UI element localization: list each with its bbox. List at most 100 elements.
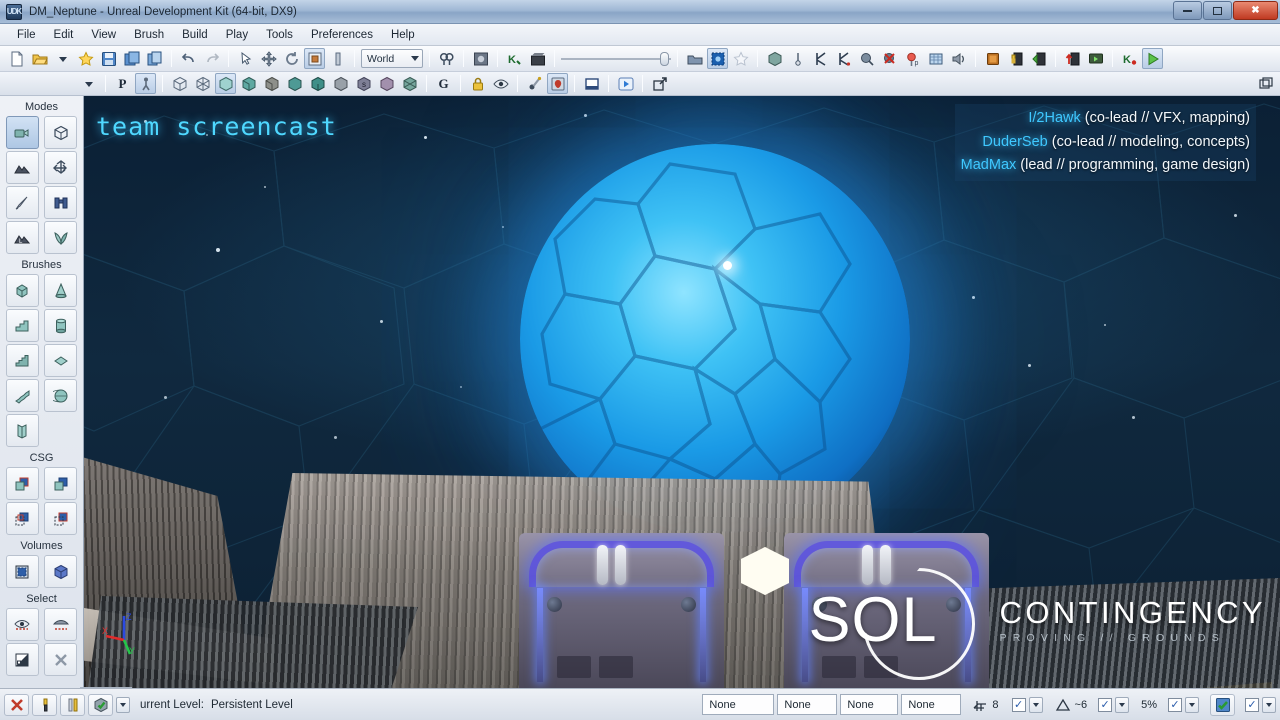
volume-add-icon[interactable] <box>5 555 39 588</box>
brush-sphere-icon[interactable] <box>44 379 78 412</box>
volume-blocking-icon[interactable] <box>44 555 78 588</box>
save-copy-icon[interactable] <box>144 48 165 69</box>
brush-curved-stairs-icon[interactable] <box>5 344 39 377</box>
no-build-icon[interactable] <box>4 693 29 716</box>
light-preview-icon[interactable]: p <box>902 48 923 69</box>
mode-texture-align-icon[interactable] <box>44 151 78 184</box>
brush-wireframe-view-icon[interactable] <box>192 73 213 94</box>
level-dropdown-caret-icon[interactable] <box>116 696 130 713</box>
favorites-icon[interactable] <box>730 48 751 69</box>
camera-speed-field[interactable]: None <box>901 694 962 715</box>
menu-preferences[interactable]: Preferences <box>302 26 382 44</box>
select-none-icon[interactable] <box>44 608 78 641</box>
texture-density-icon[interactable] <box>330 73 351 94</box>
csg-add-icon[interactable] <box>5 467 39 500</box>
rotation-grid-field[interactable]: None <box>777 694 838 715</box>
build-geometry-icon[interactable] <box>1005 48 1026 69</box>
light-complexity-icon[interactable] <box>307 73 328 94</box>
undo-icon[interactable] <box>178 48 199 69</box>
menu-tools[interactable]: Tools <box>257 26 302 44</box>
brush-cone-icon[interactable] <box>44 274 78 307</box>
select-all-icon[interactable] <box>5 608 39 641</box>
menu-build[interactable]: Build <box>173 26 217 44</box>
game-view-label[interactable]: G <box>433 73 454 94</box>
mode-geometry-icon[interactable] <box>44 116 78 149</box>
build-paths-icon[interactable] <box>1062 48 1083 69</box>
scale-grid-caret-icon[interactable] <box>1185 696 1199 713</box>
autosave-icon[interactable] <box>1210 693 1235 716</box>
actor-pivot-icon[interactable] <box>135 73 156 94</box>
slider-handle[interactable] <box>660 51 669 66</box>
play-in-viewport-icon-2[interactable] <box>615 73 636 94</box>
detail-lighting-icon[interactable] <box>261 73 282 94</box>
terrain-grid-icon[interactable] <box>925 48 946 69</box>
scale-nonuniform-icon[interactable] <box>327 48 348 69</box>
build-lighting-status-icon[interactable] <box>60 693 85 716</box>
search-actors-icon[interactable] <box>436 48 457 69</box>
new-file-icon[interactable] <box>6 48 27 69</box>
drag-grid-checkbox[interactable]: ✓ <box>1011 697 1026 712</box>
unlit-view-icon[interactable] <box>215 73 236 94</box>
close-button[interactable]: ✖ <box>1233 1 1278 20</box>
play-in-viewport-icon[interactable] <box>1085 48 1106 69</box>
csg-deintersect-icon[interactable] <box>44 502 78 535</box>
brush-sheet-icon[interactable] <box>44 344 78 377</box>
brush-cylinder-icon[interactable] <box>44 309 78 342</box>
select-clear-icon[interactable] <box>44 643 78 676</box>
brush-cube-icon[interactable] <box>5 274 39 307</box>
wireframe-view-icon[interactable] <box>169 73 190 94</box>
3d-viewport[interactable]: Z X Y team screencast I/2Hawk (co-lead /… <box>84 96 1280 688</box>
redo-icon[interactable] <box>201 48 222 69</box>
menu-help[interactable]: Help <box>382 26 424 44</box>
realtime-preview-icon[interactable] <box>547 73 568 94</box>
tear-off-viewport-icon[interactable] <box>649 73 670 94</box>
remove-light-icon[interactable] <box>879 48 900 69</box>
save-all-icon[interactable] <box>121 48 142 69</box>
snap-angle-icon[interactable] <box>833 48 854 69</box>
mode-camera-icon[interactable] <box>5 116 39 149</box>
mode-static-mesh-icon[interactable] <box>44 186 78 219</box>
rotate-tool-icon[interactable] <box>281 48 302 69</box>
float-panel-icon[interactable] <box>1255 73 1276 94</box>
favorite-star-icon[interactable] <box>75 48 96 69</box>
brush-tetrahedron-icon[interactable] <box>5 414 39 447</box>
geometry-mode-icon[interactable] <box>764 48 785 69</box>
menu-view[interactable]: View <box>82 26 125 44</box>
build-all-icon[interactable] <box>982 48 1003 69</box>
open-recent-dropdown-icon[interactable] <box>52 48 73 69</box>
csg-subtract-icon[interactable] <box>44 467 78 500</box>
maximize-button[interactable] <box>1203 1 1232 20</box>
brush-spiral-stairs-icon[interactable] <box>5 379 39 412</box>
lit-view-icon[interactable] <box>238 73 259 94</box>
csg-intersect-icon[interactable] <box>5 502 39 535</box>
menu-file[interactable]: File <box>8 26 45 44</box>
brush-wireframe-icon[interactable] <box>707 48 728 69</box>
menu-edit[interactable]: Edit <box>45 26 83 44</box>
minimize-button[interactable] <box>1173 1 1202 20</box>
select-tool-icon[interactable] <box>235 48 256 69</box>
matinee-icon[interactable] <box>527 48 548 69</box>
lock-icon[interactable] <box>467 73 488 94</box>
menu-brush[interactable]: Brush <box>125 26 173 44</box>
maximize-viewport-icon[interactable] <box>581 73 602 94</box>
mode-mesh-paint-icon[interactable] <box>5 186 39 219</box>
drag-grid-caret-icon[interactable] <box>1028 696 1043 713</box>
autosave-caret-icon[interactable] <box>1262 696 1276 713</box>
mode-landscape-icon[interactable]: L <box>5 221 39 254</box>
light-map-resolution-icon[interactable] <box>399 73 420 94</box>
mode-foliage-icon[interactable] <box>44 221 78 254</box>
rotation-grid-checkbox[interactable]: ✓ <box>1098 697 1113 712</box>
scale-grid-field[interactable]: None <box>840 694 899 715</box>
coordinate-system-dropdown[interactable]: World <box>361 49 423 68</box>
save-icon[interactable] <box>98 48 119 69</box>
audio-icon[interactable] <box>948 48 969 69</box>
snap-vertex-icon[interactable] <box>810 48 831 69</box>
content-browser-icon[interactable] <box>470 48 491 69</box>
open-file-icon[interactable] <box>29 48 50 69</box>
build-lighting-icon[interactable] <box>1028 48 1049 69</box>
lightmap-density-icon[interactable] <box>376 73 397 94</box>
lighting-only-icon[interactable] <box>284 73 305 94</box>
play-button-icon[interactable] <box>1142 48 1163 69</box>
level-browser-icon[interactable] <box>88 693 113 716</box>
menu-play[interactable]: Play <box>217 26 257 44</box>
